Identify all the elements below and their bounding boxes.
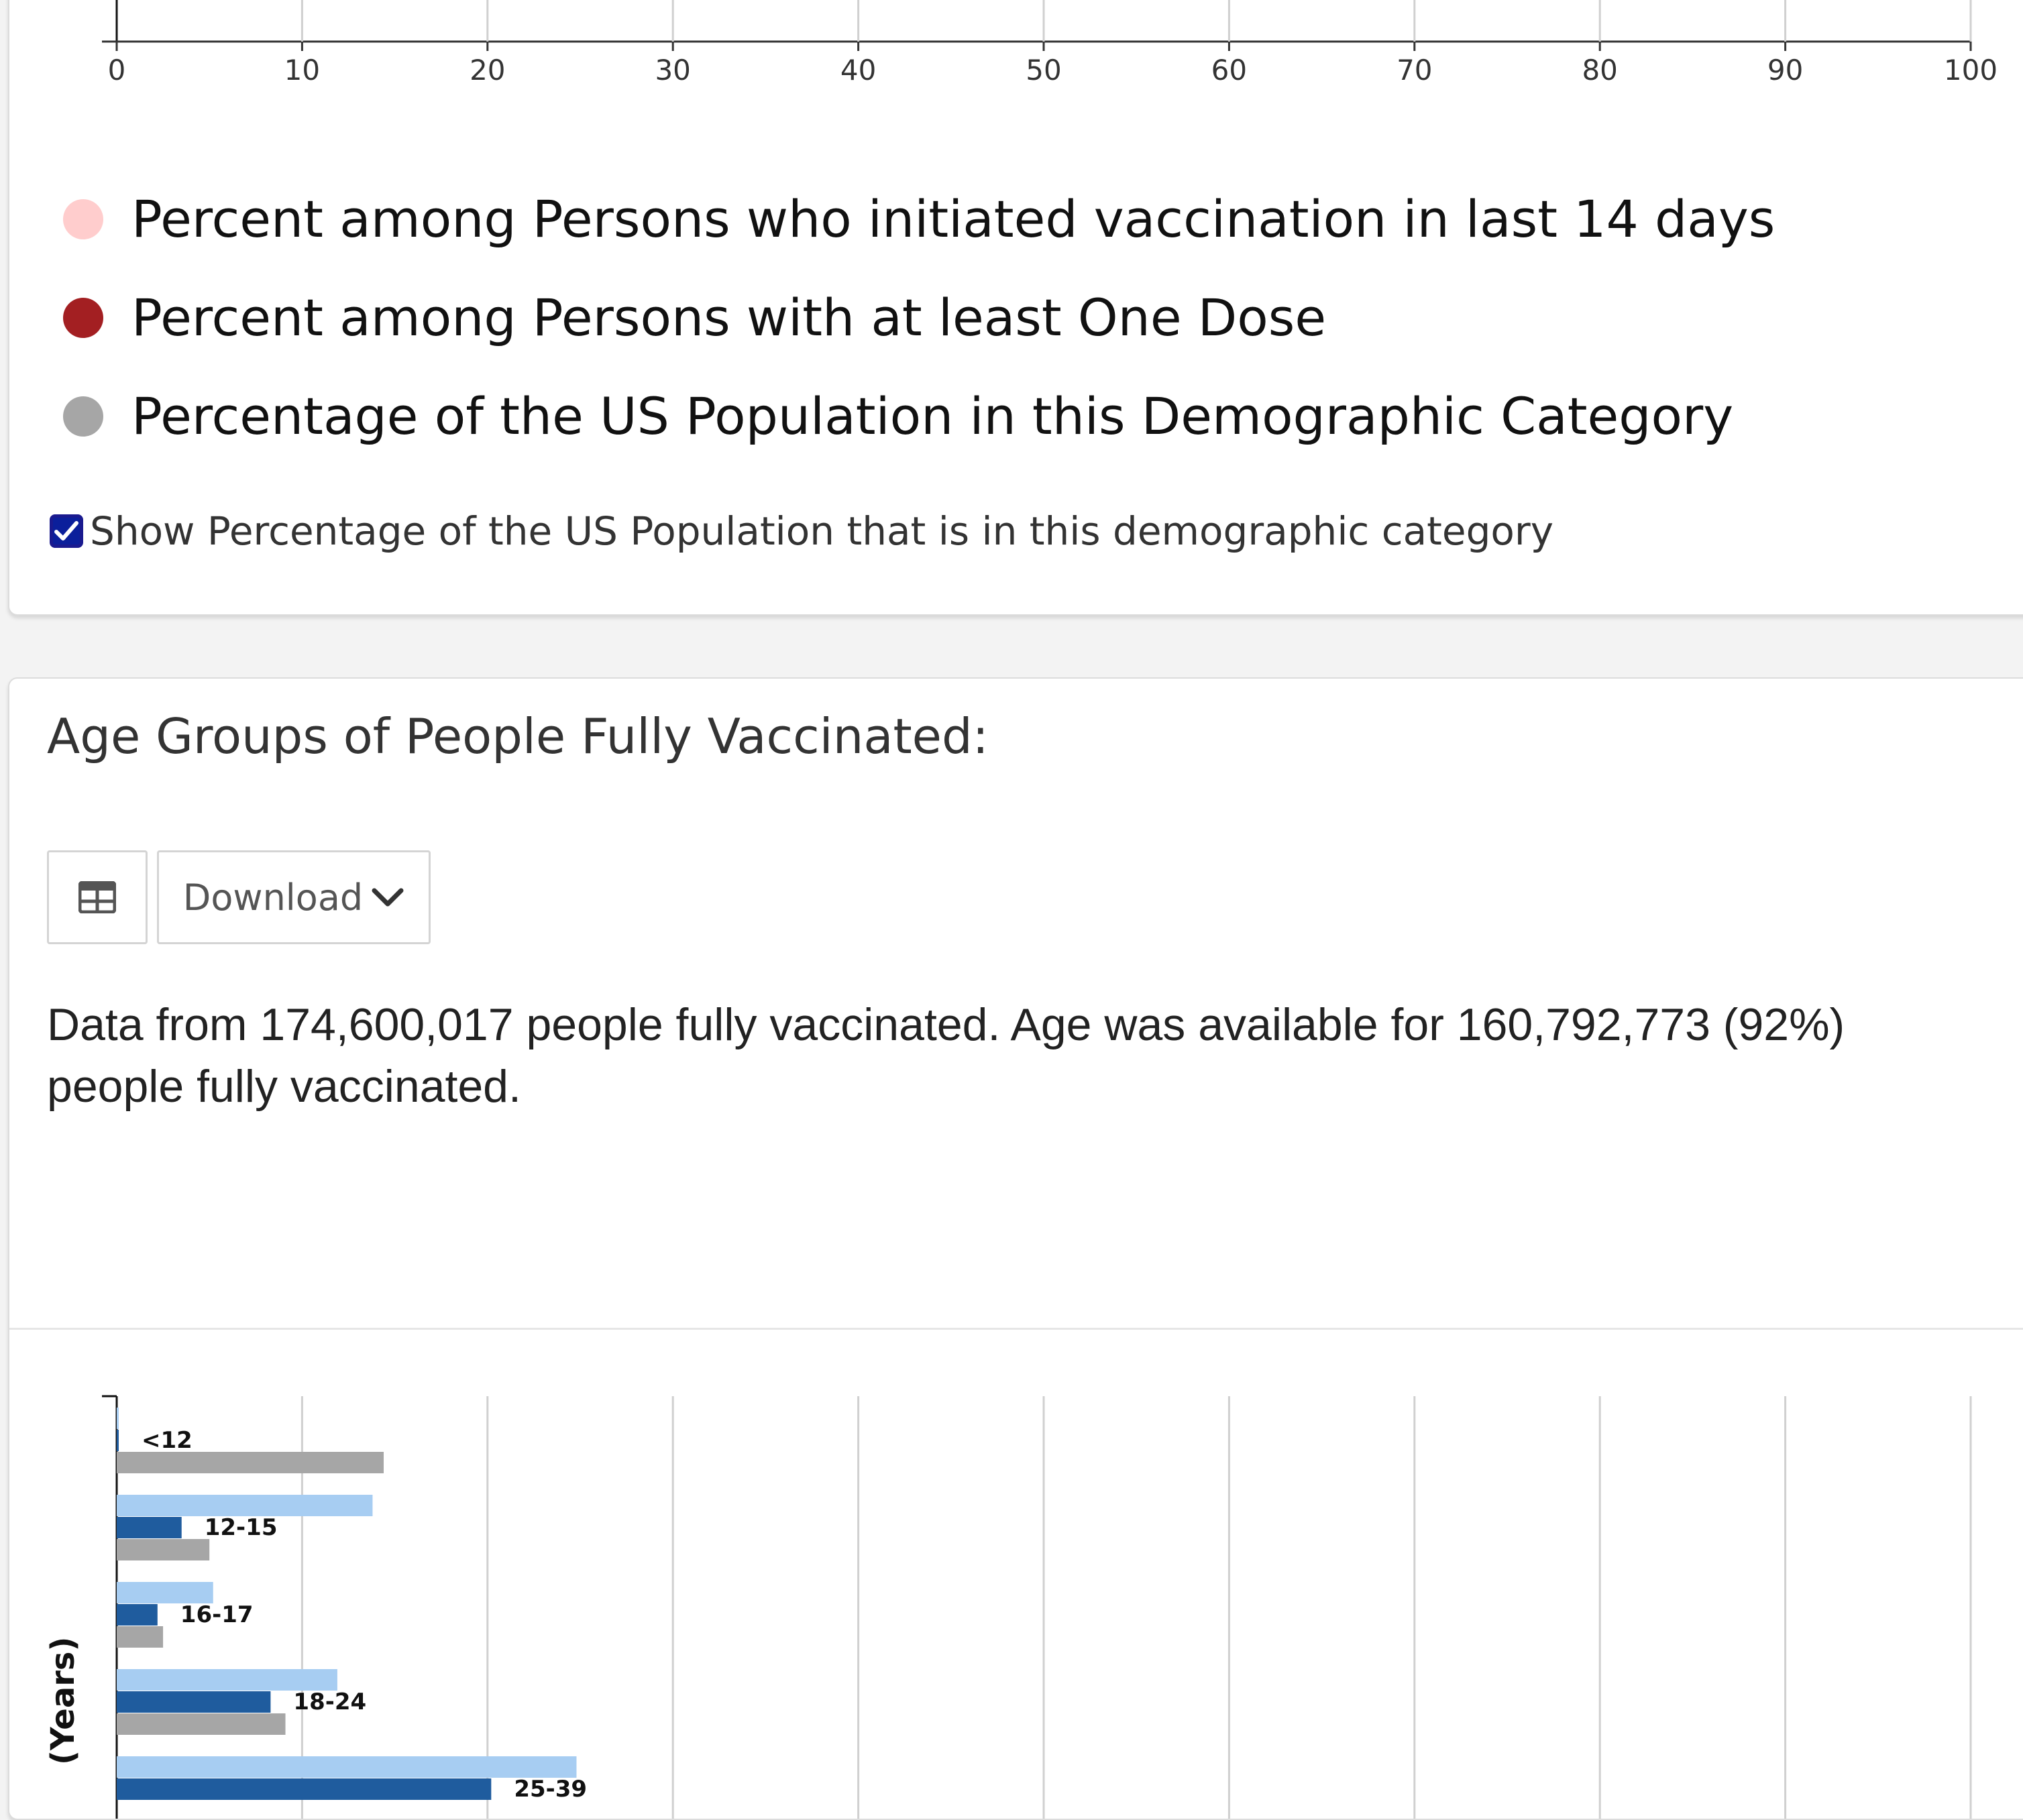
download-button-label: Download	[182, 876, 364, 919]
x-tick-label: 50	[1026, 54, 1062, 87]
vaccination-summary-text: Data from 174,600,017 people fully vacci…	[47, 999, 1845, 1112]
x-tick-label: 80	[1582, 54, 1618, 87]
age-groups-bar-chart: <12 12-15 16-17 18-24 25-39	[102, 1395, 1972, 1819]
table-icon	[78, 881, 116, 913]
x-tick-label: 10	[284, 54, 321, 87]
table-view-button[interactable]	[47, 850, 148, 944]
x-tick-label: 60	[1211, 54, 1248, 87]
show-population-checkbox-label: Show Percentage of the US Population tha…	[90, 508, 1554, 554]
x-tick-label: 70	[1397, 54, 1433, 87]
download-button[interactable]: Download	[157, 850, 431, 944]
bar-25-39-series-2	[117, 1778, 492, 1800]
bar-16-17-series-2	[117, 1604, 158, 1626]
bar-18-24-series-3	[117, 1713, 286, 1735]
checkmark-icon	[54, 521, 78, 541]
category-label: 25-39	[514, 1776, 587, 1803]
category-label: 18-24	[293, 1689, 366, 1715]
legend-label: Percent among Persons with at least One …	[131, 288, 1327, 347]
bar-18-24-series-1	[117, 1669, 337, 1691]
x-tick-label: 40	[840, 54, 877, 87]
bar-16-17-series-3	[117, 1626, 164, 1648]
section-divider	[9, 1328, 2023, 1330]
chevron-down-icon	[372, 888, 404, 907]
legend-label: Percentage of the US Population in this …	[131, 386, 1734, 446]
bar-25-39-series-1	[117, 1756, 577, 1778]
legend-label: Percent among Persons who initiated vacc…	[131, 189, 1775, 249]
category-label: <12	[142, 1427, 193, 1454]
age-groups-card: Age Groups of People Fully Vaccinated: D…	[8, 677, 2023, 1820]
bar-12-15-series-1	[117, 1495, 373, 1516]
legend-dot-light-pink	[63, 198, 103, 239]
y-axis-label: (Years)	[44, 1636, 82, 1765]
legend-dot-dark-red	[63, 297, 103, 338]
race-ethnicity-chart-card: 0 10 20 30 40 50 60 70 80 90 100 Percent among Per…	[8, 0, 2023, 616]
section-title: Age Groups of People Fully Vaccinated:	[47, 708, 989, 764]
legend-dot-gray	[63, 396, 103, 437]
bar-<12-series-3	[117, 1452, 384, 1473]
x-tick-label: 20	[470, 54, 506, 87]
bar-<12-series-1	[117, 1408, 119, 1429]
bar-16-17-series-1	[117, 1582, 213, 1603]
category-label: 12-15	[205, 1514, 278, 1541]
legend-item-at-least-one-dose[interactable]: Percent among Persons with at least One …	[63, 288, 1326, 347]
bar-12-15-series-3	[117, 1539, 210, 1560]
legend-item-us-population[interactable]: Percentage of the US Population in this …	[63, 386, 1733, 446]
x-tick-label: 90	[1767, 54, 1804, 87]
bar-<12-series-2	[117, 1430, 119, 1451]
show-population-checkbox[interactable]	[50, 514, 83, 548]
category-label: 16-17	[180, 1601, 254, 1628]
bar-18-24-series-2	[117, 1691, 271, 1713]
x-tick-label: 100	[1943, 54, 1998, 87]
x-tick-label: 30	[655, 54, 691, 87]
legend-item-initiated-14-days[interactable]: Percent among Persons who initiated vacc…	[63, 189, 1775, 249]
x-tick-label: 0	[107, 54, 126, 87]
show-population-checkbox-row[interactable]: Show Percentage of the US Population tha…	[50, 508, 1553, 554]
bar-12-15-series-2	[117, 1517, 182, 1538]
